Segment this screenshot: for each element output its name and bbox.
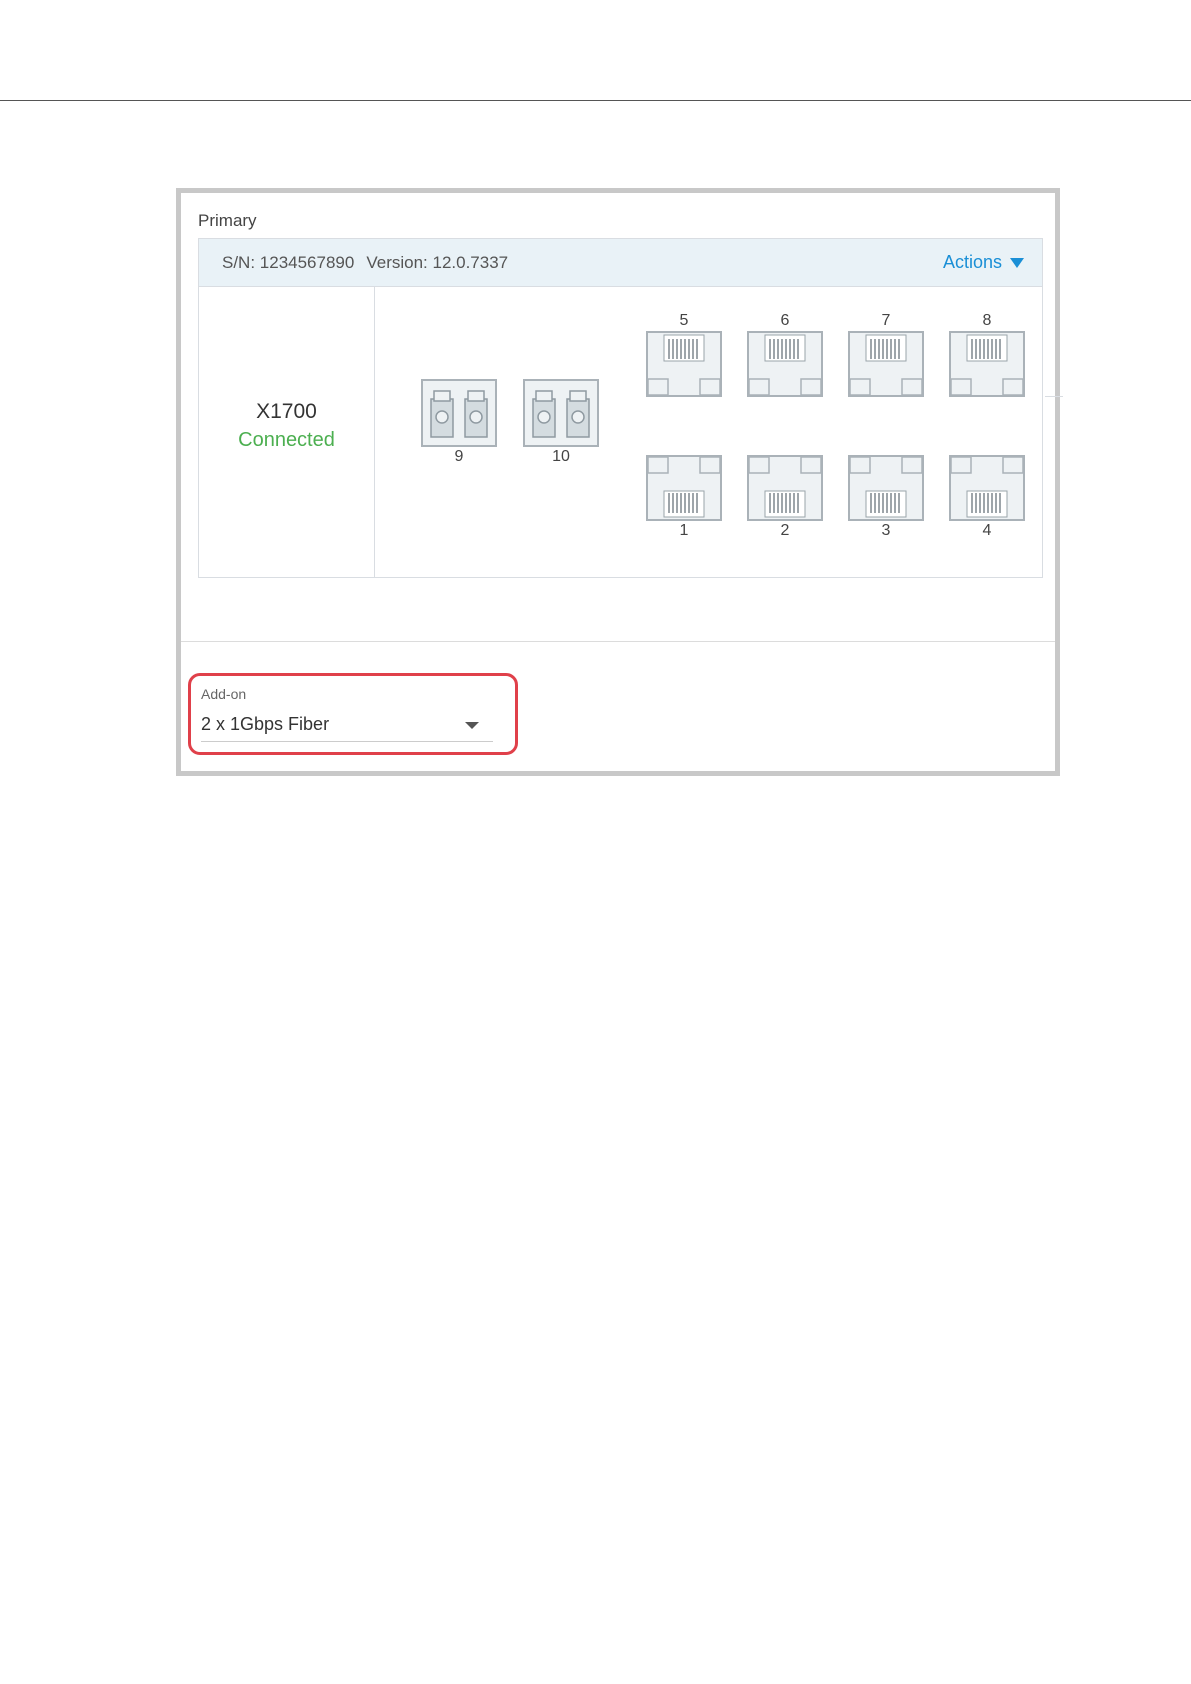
port-map: 9 10 5 6 7 8 1 2 3 4 (375, 287, 1042, 577)
ethernet-port-7[interactable]: 7 (848, 311, 924, 397)
actions-label: Actions (942, 252, 1002, 272)
fiber-port-icon (421, 379, 497, 447)
ethernet-port-8[interactable]: 8 (949, 311, 1025, 397)
actions-menu-button[interactable]: Actions (943, 252, 1024, 273)
device-identity: S/N: 1234567890 Version: 12.0.7337 (222, 253, 508, 273)
port-number: 6 (780, 312, 790, 329)
card-connector-line (1045, 396, 1063, 397)
port-number: 8 (982, 312, 992, 329)
serial-number: S/N: 1234567890 (222, 253, 355, 272)
ethernet-port-icon (848, 455, 924, 521)
addon-selected-value: 2 x 1Gbps Fiber (201, 714, 330, 734)
dropdown-arrow-icon (465, 722, 479, 729)
addon-label: Add-on (201, 686, 247, 702)
connection-status: Connected (238, 429, 335, 451)
ethernet-port-icon (646, 331, 722, 397)
caret-down-icon (1010, 257, 1024, 268)
port-number: 10 (552, 448, 570, 465)
ethernet-port-2[interactable]: 2 (747, 455, 823, 541)
page-header-rule (0, 100, 1191, 101)
addon-select[interactable]: 2 x 1Gbps Fiber (201, 708, 493, 742)
ethernet-port-3[interactable]: 3 (848, 455, 924, 541)
device-card: S/N: 1234567890 Version: 12.0.7337 Action… (198, 238, 1043, 578)
port-number: 9 (454, 448, 464, 465)
port-number: 2 (780, 522, 790, 539)
addon-highlight: Add-on 2 x 1Gbps Fiber (188, 673, 518, 755)
ethernet-port-icon (747, 455, 823, 521)
firmware-version: Version: 12.0.7337 (366, 253, 509, 272)
ethernet-port-6[interactable]: 6 (747, 311, 823, 397)
port-number: 7 (881, 312, 891, 329)
ethernet-port-icon (949, 331, 1025, 397)
port-number: 4 (982, 522, 992, 539)
fiber-port-icon (523, 379, 599, 447)
device-header: S/N: 1234567890 Version: 12.0.7337 Action… (199, 239, 1042, 287)
ethernet-port-icon (848, 331, 924, 397)
port-number: 1 (679, 522, 689, 539)
ethernet-port-1[interactable]: 1 (646, 455, 722, 541)
ethernet-port-icon (949, 455, 1025, 521)
section-divider (181, 641, 1055, 642)
port-number: 3 (881, 522, 891, 539)
port-number: 5 (679, 312, 689, 329)
device-info: X1700 Connected (199, 287, 375, 577)
device-panel: Primary S/N: 1234567890 Version: 12.0.733… (176, 188, 1063, 776)
section-label: Primary (198, 211, 257, 230)
ethernet-port-4[interactable]: 4 (949, 455, 1025, 541)
ethernet-port-5[interactable]: 5 (646, 311, 722, 397)
ethernet-port-icon (646, 455, 722, 521)
ethernet-port-icon (747, 331, 823, 397)
device-model: X1700 (256, 400, 317, 423)
fiber-port-9[interactable]: 9 (421, 379, 497, 467)
fiber-port-10[interactable]: 10 (523, 379, 599, 467)
